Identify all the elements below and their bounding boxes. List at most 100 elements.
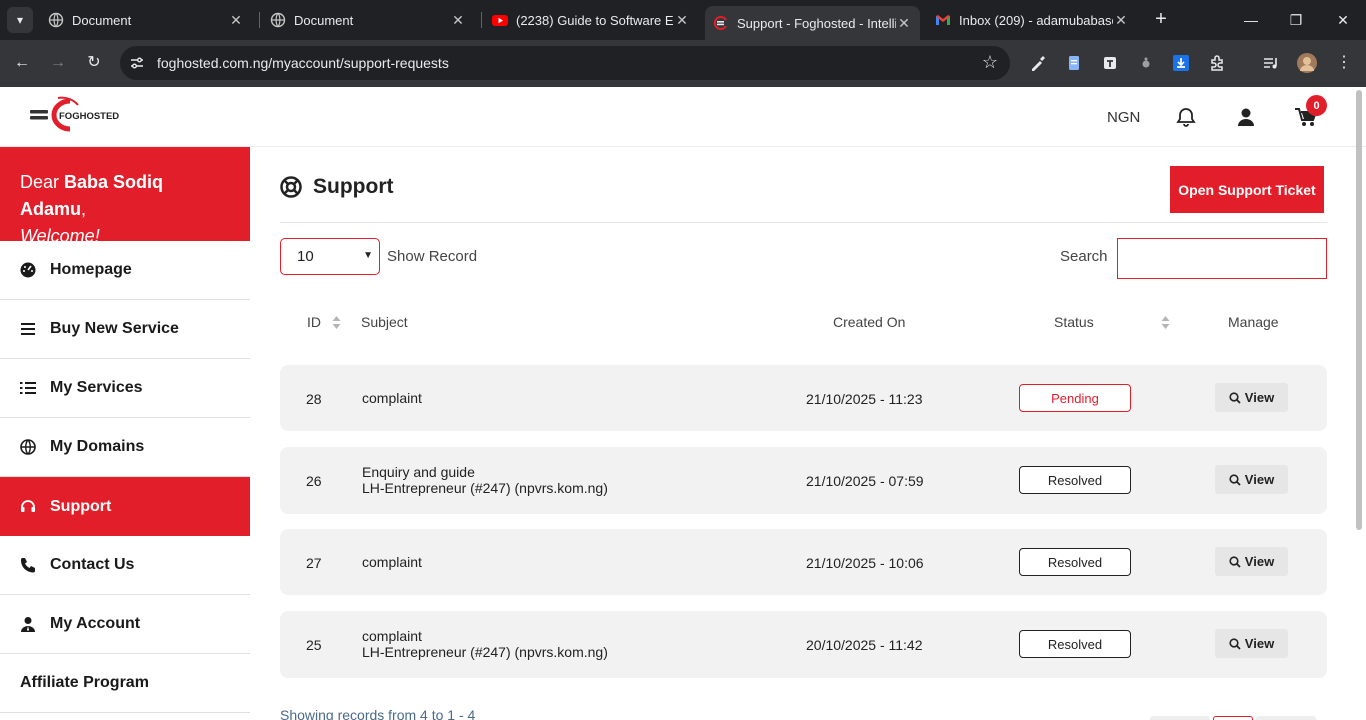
search-label: Search	[1060, 248, 1108, 265]
sidebar-item-label: Contact Us	[50, 556, 135, 573]
new-tab-button[interactable]: +	[1150, 9, 1172, 31]
eyedropper-extension-icon[interactable]	[1028, 53, 1048, 73]
bookmark-star-icon[interactable]: ☆	[982, 52, 998, 73]
view-label: View	[1244, 554, 1275, 569]
docs-extension-icon[interactable]	[1064, 53, 1084, 73]
back-button[interactable]: ←	[9, 50, 35, 76]
close-tab-icon[interactable]: ✕	[674, 12, 690, 29]
browser-tab-1[interactable]: Document ✕	[40, 7, 252, 33]
logo-text: FOGHOSTED	[59, 111, 119, 122]
ticket-id: 25	[306, 637, 322, 653]
sidebar-item-label: Buy New Service	[50, 320, 179, 337]
ticket-created-on: 20/10/2025 - 11:42	[806, 637, 923, 653]
sidebar-item-support[interactable]: Support	[0, 477, 250, 536]
close-tab-icon[interactable]: ✕	[896, 15, 912, 32]
browser-tab-3[interactable]: (2238) Guide to Software En ✕	[484, 7, 698, 33]
close-tab-icon[interactable]: ✕	[228, 12, 244, 29]
view-ticket-button[interactable]: View	[1215, 629, 1288, 658]
puzzle-extensions-icon[interactable]	[1208, 53, 1228, 73]
sort-arrows-icon[interactable]	[1161, 315, 1170, 330]
browser-toolbar: ← → ↻ foghosted.com.ng/myaccount/support…	[0, 40, 1366, 87]
tab-title: Document	[294, 12, 354, 28]
sidebar-item-buy-new-service[interactable]: Buy New Service	[0, 300, 250, 359]
search-icon	[1229, 555, 1241, 568]
headset-icon	[21, 499, 35, 512]
column-header-created-on: Created On	[833, 314, 906, 330]
lifebuoy-icon	[280, 176, 302, 198]
ticket-created-on: 21/10/2025 - 11:23	[806, 391, 923, 407]
profile-avatar-icon[interactable]	[1297, 53, 1317, 73]
column-header-id[interactable]: ID	[307, 314, 321, 330]
tab-separator	[481, 12, 482, 28]
sidebar-item-my-account[interactable]: My Account	[0, 595, 250, 654]
extension-icon[interactable]	[1136, 53, 1156, 73]
dashboard-icon	[20, 262, 36, 278]
browser-tab-5[interactable]: Inbox (209) - adamubabaso ✕	[927, 7, 1137, 33]
pagination-previous[interactable]	[1150, 716, 1210, 720]
download-extension-icon[interactable]	[1171, 53, 1191, 73]
browser-menu-button[interactable]: ⋮	[1331, 50, 1357, 76]
open-support-ticket-button[interactable]: Open Support Ticket	[1170, 166, 1324, 213]
sidebar-item-label: My Services	[50, 379, 143, 396]
records-summary: Showing records from 4 to 1 - 4	[280, 707, 476, 720]
close-tab-icon[interactable]: ✕	[450, 12, 466, 29]
sort-arrows-icon[interactable]	[332, 315, 341, 330]
table-row: 28 complaint 21/10/2025 - 11:23 Pending …	[280, 365, 1327, 431]
media-controls-icon[interactable]	[1261, 53, 1281, 73]
notes-extension-icon[interactable]	[1100, 53, 1120, 73]
ticket-created-on: 21/10/2025 - 07:59	[806, 473, 924, 489]
pagination-next[interactable]	[1256, 716, 1316, 720]
status-badge: Resolved	[1019, 630, 1131, 658]
close-window-button[interactable]: ✕	[1331, 8, 1355, 32]
minimize-button[interactable]: —	[1239, 8, 1263, 32]
column-header-manage: Manage	[1228, 314, 1279, 330]
sidebar-item-affiliate-program[interactable]: Affiliate Program	[0, 654, 250, 713]
user-icon[interactable]	[1235, 106, 1257, 128]
search-icon	[1229, 473, 1241, 486]
ticket-subject: complaint	[362, 554, 422, 570]
view-ticket-button[interactable]: View	[1215, 383, 1288, 412]
page-title: Support	[280, 175, 393, 199]
restore-button[interactable]: ❐	[1284, 8, 1308, 32]
column-header-status[interactable]: Status	[1054, 314, 1094, 330]
reload-button[interactable]: ↻	[81, 50, 107, 76]
foghosted-logo[interactable]: FOGHOSTED	[22, 95, 132, 135]
url-text: foghosted.com.ng/myaccount/support-reque…	[157, 55, 449, 71]
sidebar-item-my-services[interactable]: My Services	[0, 359, 250, 418]
search-icon	[1229, 637, 1241, 650]
forward-button[interactable]: →	[45, 50, 71, 76]
sidebar-item-contact-us[interactable]: Contact Us	[0, 536, 250, 595]
tab-title: Document	[72, 12, 132, 28]
site-settings-icon[interactable]	[129, 55, 145, 71]
gmail-icon	[936, 15, 950, 25]
tab-separator	[259, 12, 260, 28]
bell-icon[interactable]	[1175, 106, 1197, 128]
ticket-created-on: 21/10/2025 - 10:06	[806, 555, 924, 571]
currency-selector[interactable]: NGN	[1107, 109, 1140, 126]
title-divider	[280, 222, 1327, 223]
browser-tab-bar: ▾ Document ✕ Document ✕ (2238) Guide to …	[0, 0, 1366, 40]
sidebar-item-homepage[interactable]: Homepage	[0, 241, 250, 300]
view-label: View	[1244, 636, 1275, 651]
tab-title: Inbox (209) - adamubabaso	[959, 12, 1113, 28]
chevron-down-icon: ▼	[363, 250, 373, 261]
view-ticket-button[interactable]: View	[1215, 547, 1288, 576]
sidebar-item-my-domains[interactable]: My Domains	[0, 418, 250, 477]
sidebar-item-label: Homepage	[50, 261, 132, 278]
records-per-page-select[interactable]: 10 ▼	[280, 238, 380, 275]
view-label: View	[1244, 472, 1275, 487]
pagination-current-page[interactable]	[1213, 716, 1253, 720]
close-tab-icon[interactable]: ✕	[1113, 12, 1129, 29]
ticket-subject: Enquiry and guide	[362, 464, 475, 480]
globe-icon	[20, 439, 36, 455]
search-input[interactable]	[1117, 238, 1327, 279]
browser-tab-2[interactable]: Document ✕	[262, 7, 474, 33]
show-record-label: Show Record	[387, 248, 478, 265]
browser-tab-active[interactable]: Support - Foghosted - Intelli ✕	[705, 6, 920, 40]
ticket-id: 26	[306, 473, 322, 489]
status-badge: Pending	[1019, 384, 1131, 412]
view-ticket-button[interactable]: View	[1215, 465, 1288, 494]
address-bar[interactable]: foghosted.com.ng/myaccount/support-reque…	[120, 46, 1010, 80]
page-scrollbar[interactable]	[1356, 90, 1362, 530]
tab-search-button[interactable]: ▾	[7, 7, 33, 33]
